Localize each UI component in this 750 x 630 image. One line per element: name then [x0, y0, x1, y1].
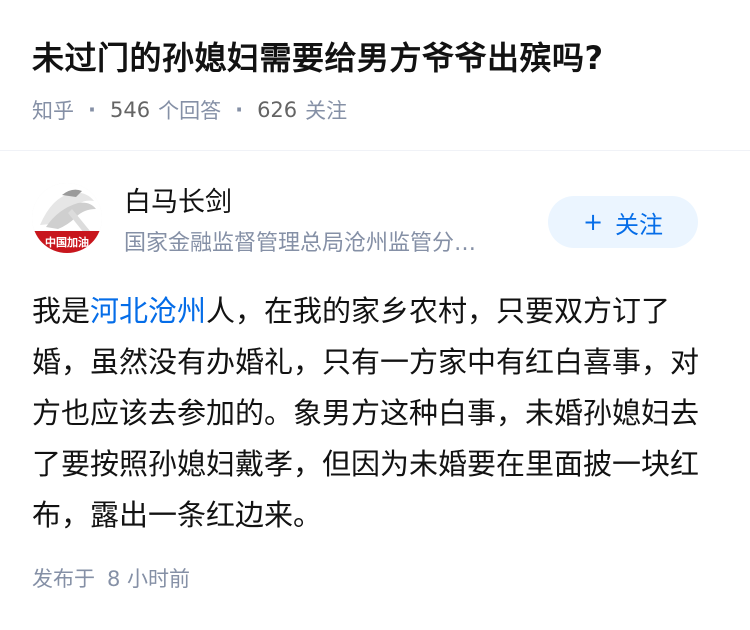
author-headline: 国家金融监督管理总局沧州监管分…	[124, 231, 477, 256]
question-title[interactable]: 未过门的孙媳妇需要给男方爷爷出殡吗?	[32, 34, 722, 82]
plus-icon: +	[582, 208, 604, 236]
published-label: 发布于	[32, 567, 95, 591]
follow-button[interactable]: + 关注	[548, 196, 698, 248]
answer-text-start: 我是	[32, 294, 91, 328]
source-label: 知乎	[32, 99, 74, 123]
author-name[interactable]: 白马长剑	[124, 183, 232, 223]
avatar-image: 中国加油	[32, 183, 102, 253]
answer-page: 未过门的孙媳妇需要给男方爷爷出殡吗? 知乎 · 546 个回答 · 626 关注…	[0, 0, 750, 630]
follower-count: 626	[257, 98, 298, 122]
place-link[interactable]: 河北沧州	[90, 294, 206, 328]
follow-button-label: 关注	[615, 210, 664, 239]
answer-count-label[interactable]: 个回答	[158, 95, 221, 125]
question-meta: 知乎 · 546 个回答 · 626 关注	[32, 94, 347, 126]
meta-separator: ·	[235, 98, 244, 122]
meta-separator: ·	[88, 98, 96, 122]
avatar-badge-text: 中国加油	[45, 235, 89, 249]
section-divider	[0, 150, 750, 151]
answer-text-rest: 人，在我的家乡农村，只要双方订了婚，虽然没有办婚礼，只有一方家中有红白喜事，对方…	[32, 294, 700, 532]
follower-count-label: 关注	[305, 99, 348, 123]
author-avatar[interactable]: 中国加油	[32, 183, 102, 253]
answer-count: 546	[109, 98, 151, 122]
published-time: 8 小时前	[107, 567, 191, 591]
publish-time: 发布于 8 小时前	[32, 563, 190, 595]
answer-body: 我是河北沧州人，在我的家乡农村，只要双方订了婚，虽然没有办婚礼，只有一方家中有红…	[32, 286, 708, 541]
